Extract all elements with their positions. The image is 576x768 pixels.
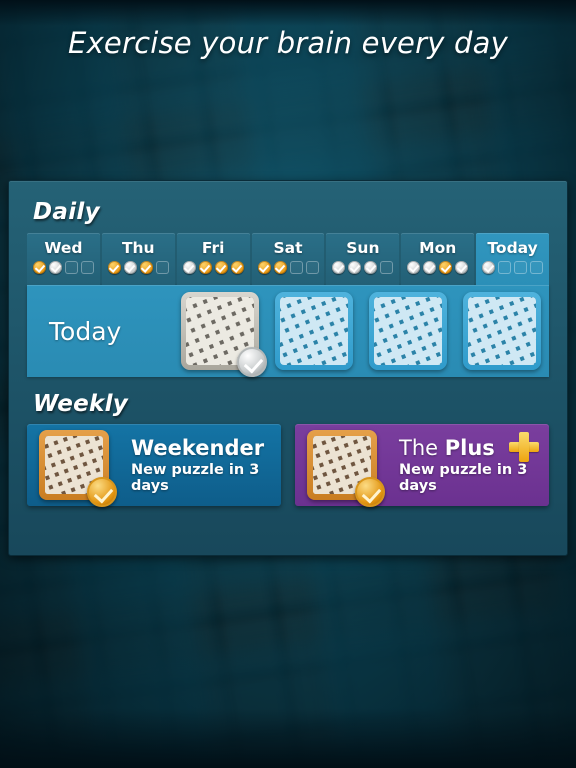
day-tab-progress-dots [257,261,319,274]
crossword-grid-icon [280,297,348,365]
day-tab-fri[interactable]: Fri [176,233,250,285]
today-puzzle-thumbnails [181,292,541,377]
day-tab-progress-dots [107,261,169,274]
day-tab-label: Fri [201,239,225,257]
empty-slot-icon [530,261,544,274]
empty-slot-icon [289,261,303,274]
gold-check-icon [273,261,287,274]
weekly-card-weekender[interactable]: Weekender New puzzle in 3 days [27,424,281,507]
day-tab-progress-dots [332,261,394,274]
silver-check-icon [455,261,469,274]
gold-check-icon [198,261,212,274]
silver-check-icon [407,261,421,274]
weekly-card-text: Weekender New puzzle in 3 days [109,436,281,494]
weekly-card-title: Weekender [131,436,281,460]
day-tabs: Wed Thu Fri Sat Sun Mon Today [27,233,550,285]
daily-section-title: Daily [33,199,100,225]
plus-bar-vertical [519,432,529,462]
puzzle-thumbnail[interactable] [181,292,267,377]
day-tab-wed[interactable]: Wed [27,233,100,285]
gold-check-icon [139,261,153,274]
silver-check-icon [48,261,62,274]
puzzle-thumbnail[interactable] [369,292,447,370]
silver-check-icon [182,261,196,274]
weekly-card-title-main: Plus [444,436,495,460]
empty-slot-icon [498,261,512,274]
crossword-grid-icon [468,297,536,365]
plus-badge-icon [509,432,539,462]
silver-completed-check-icon [237,347,267,377]
background-bottom-shade [0,708,576,768]
day-tab-label: Mon [419,239,457,257]
silver-check-icon [123,261,137,274]
day-tab-progress-dots [482,261,544,274]
day-tab-today[interactable]: Today [476,233,550,285]
gold-completed-check-icon [87,477,117,507]
puzzle-thumbnail[interactable] [463,292,541,370]
gold-check-icon [230,261,244,274]
today-row-label: Today [49,316,122,346]
weekly-card-subtitle: New puzzle in 3 days [399,462,528,494]
today-puzzle-row: Today [27,285,549,377]
page-headline: Exercise your brain every day [68,26,508,60]
gold-completed-check-icon [355,477,385,507]
weekly-cards: Weekender New puzzle in 3 days The Plus New… [27,424,549,507]
empty-slot-icon [64,261,78,274]
empty-slot-icon [155,261,169,274]
weekly-card-title-main: Weekender [131,436,265,460]
day-tab-label: Today [487,239,538,257]
silver-check-icon [348,261,362,274]
day-tab-label: Sun [346,239,380,257]
day-tab-thu[interactable]: Thu [101,233,175,285]
day-tab-progress-dots [32,261,94,274]
empty-slot-icon [514,261,528,274]
day-tab-label: Thu [121,239,155,257]
silver-check-icon [423,261,437,274]
puzzles-panel: Daily Wed Thu Fri Sat Sun Mon Today Today Week… [8,180,568,556]
gold-check-icon [257,261,271,274]
day-tab-progress-dots [182,261,244,274]
weekly-card-plus[interactable]: The Plus New puzzle in 3 days [295,424,549,507]
background-top-shade [0,0,576,26]
crossword-grid-icon [374,297,442,365]
silver-check-icon [482,261,496,274]
silver-check-icon [332,261,346,274]
weekly-section-title: Weekly [33,391,129,417]
gold-check-icon [439,261,453,274]
puzzle-thumbnail[interactable] [275,292,353,370]
empty-slot-icon [380,261,394,274]
gold-check-icon [107,261,121,274]
day-tab-progress-dots [407,261,469,274]
day-tab-sat[interactable]: Sat [251,233,325,285]
crossword-pattern [280,297,348,365]
crossword-pattern [374,297,442,365]
crossword-pattern [468,297,536,365]
empty-slot-icon [80,261,94,274]
gold-check-icon [214,261,228,274]
day-tab-label: Wed [44,239,83,257]
day-tab-label: Sat [273,239,303,257]
day-tab-sun[interactable]: Sun [326,233,400,285]
weekly-card-subtitle: New puzzle in 3 days [131,462,260,494]
weekly-puzzle-thumbnail [307,430,385,507]
silver-check-icon [364,261,378,274]
weekly-puzzle-thumbnail [39,430,117,507]
day-tab-mon[interactable]: Mon [401,233,475,285]
weekly-card-title-prefix: The [399,436,445,460]
empty-slot-icon [305,261,319,274]
gold-check-icon [32,261,46,274]
